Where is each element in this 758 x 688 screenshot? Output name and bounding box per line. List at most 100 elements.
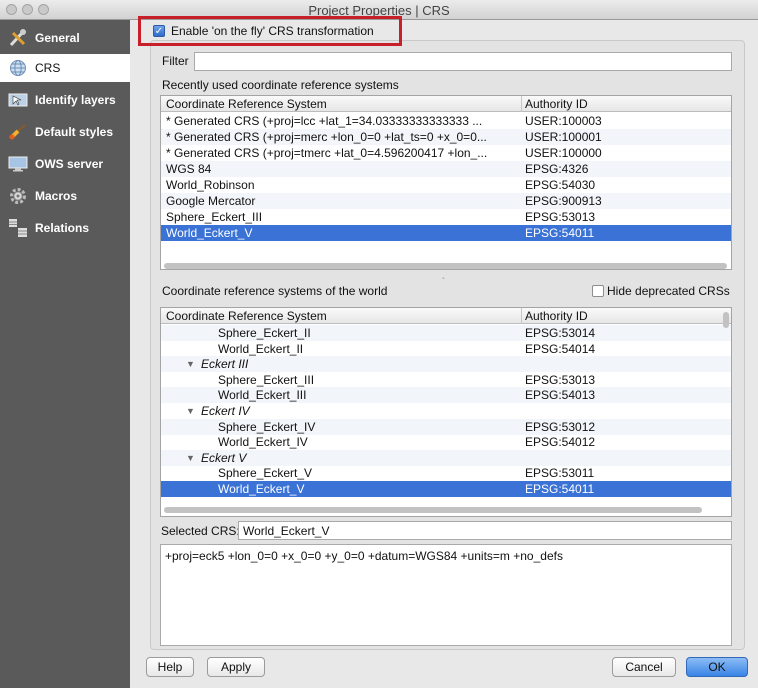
crs-name-cell: World_Eckert_III: [218, 388, 307, 403]
authority-id-cell: USER:100001: [525, 130, 602, 144]
crs-name-cell: World_Eckert_II: [218, 341, 304, 356]
column-divider: [521, 308, 522, 324]
authority-id-cell: EPSG:53011: [525, 466, 595, 481]
hide-deprecated-label: Hide deprecated CRSs: [607, 284, 730, 298]
tree-group-row[interactable]: ▼ Eckert III: [161, 356, 731, 373]
sidebar-item-label: CRS: [35, 61, 61, 75]
sidebar-item-label: OWS server: [35, 157, 104, 171]
horizontal-scrollbar[interactable]: [164, 507, 702, 513]
sidebar-item-ows-server[interactable]: OWS server: [0, 150, 130, 178]
crs-name-cell: World_Eckert_V: [166, 226, 253, 240]
table-row[interactable]: * Generated CRS (+proj=merc +lon_0=0 +la…: [161, 129, 731, 145]
authority-id-cell: EPSG:54014: [525, 341, 596, 356]
table-row[interactable]: World_Eckert_IV EPSG:54012: [161, 434, 731, 450]
selected-crs-label: Selected CRS:: [161, 524, 240, 538]
sidebar-item-label: Relations: [35, 221, 90, 235]
wrench-screwdriver-icon: [8, 29, 28, 47]
authority-id-cell: USER:100000: [525, 146, 602, 160]
filter-label: Filter: [162, 54, 189, 68]
tree-group-label: Eckert III: [201, 357, 249, 372]
table-row[interactable]: Sphere_Eckert_V EPSG:53011: [161, 465, 731, 481]
table-row[interactable]: Sphere_Eckert_III EPSG:53013: [161, 209, 731, 225]
crs-panel: ✓ Enable 'on the fly' CRS transformation…: [130, 16, 758, 688]
identify-icon: [8, 91, 28, 109]
column-header-authority[interactable]: Authority ID: [525, 309, 588, 323]
column-header-authority[interactable]: Authority ID: [525, 97, 588, 111]
crs-name-cell: * Generated CRS (+proj=lcc +lat_1=34.033…: [166, 114, 483, 128]
crs-name-cell: * Generated CRS (+proj=tmerc +lat_0=4.59…: [166, 146, 488, 160]
sidebar-item-label: Identify layers: [35, 93, 116, 107]
monitor-icon: [8, 155, 28, 173]
sidebar-item-label: Macros: [35, 189, 78, 203]
selected-crs-field[interactable]: World_Eckert_V: [238, 521, 732, 540]
crs-name-cell: Sphere_Eckert_III: [218, 372, 315, 387]
relations-icon: [8, 219, 28, 237]
authority-id-cell: EPSG:54012: [525, 435, 596, 450]
sidebar: General CRS Identify layers Default styl…: [0, 20, 130, 688]
tree-group-row[interactable]: ▼ Eckert IV: [161, 403, 731, 419]
crs-name-cell: Sphere_Eckert_II: [218, 326, 311, 340]
recent-crs-title: Recently used coordinate reference syste…: [162, 78, 399, 92]
vertical-scrollbar[interactable]: [723, 312, 729, 328]
authority-id-cell: USER:100003: [525, 114, 602, 128]
column-divider: [521, 96, 522, 112]
authority-id-cell: EPSG:54011: [525, 226, 595, 240]
crs-name-cell: World_Eckert_IV: [218, 435, 308, 450]
authority-id-cell: EPSG:54030: [525, 178, 596, 192]
ok-button[interactable]: OK: [686, 657, 748, 677]
disclosure-triangle-icon[interactable]: ▼: [186, 453, 195, 463]
authority-id-cell: EPSG:4326: [525, 162, 589, 176]
authority-id-cell: EPSG:53014: [525, 326, 596, 340]
sidebar-item-crs[interactable]: CRS: [0, 54, 130, 82]
sidebar-item-label: General: [35, 31, 80, 45]
gear-icon: [8, 187, 28, 205]
table-row[interactable]: World_Eckert_II EPSG:54014: [161, 341, 731, 357]
authority-id-cell: EPSG:900913: [525, 194, 602, 208]
authority-id-cell: EPSG:53013: [525, 210, 596, 224]
disclosure-triangle-icon[interactable]: ▼: [186, 359, 195, 369]
world-crs-table: Coordinate Reference System Authority ID…: [160, 307, 732, 517]
recent-crs-table: Coordinate Reference System Authority ID…: [160, 95, 732, 270]
crs-name-cell: Google Mercator: [166, 194, 256, 208]
hide-deprecated-checkbox[interactable]: [592, 285, 604, 297]
cancel-button[interactable]: Cancel: [612, 657, 676, 677]
table-header: Coordinate Reference System Authority ID: [161, 96, 731, 112]
enable-otf-checkbox[interactable]: ✓: [153, 25, 165, 37]
crs-name-cell: WGS 84: [166, 162, 212, 176]
table-row[interactable]: Sphere_Eckert_IV EPSG:53012: [161, 418, 731, 435]
table-row[interactable]: * Generated CRS (+proj=lcc +lat_1=34.033…: [161, 113, 731, 129]
crs-name-cell: Sphere_Eckert_III: [166, 210, 263, 224]
table-row[interactable]: World_Robinson EPSG:54030: [161, 177, 731, 193]
table-row[interactable]: Google Mercator EPSG:900913: [161, 193, 731, 209]
table-row[interactable]: World_Eckert_III EPSG:54013: [161, 387, 731, 404]
sidebar-item-default-styles[interactable]: Default styles: [0, 118, 130, 146]
sidebar-item-macros[interactable]: Macros: [0, 182, 130, 210]
column-header-crs[interactable]: Coordinate Reference System: [166, 309, 327, 323]
tree-group-label: Eckert IV: [201, 404, 250, 418]
filter-input[interactable]: [194, 52, 732, 71]
table-row[interactable]: World_Eckert_V EPSG:54011: [161, 225, 731, 241]
crs-name-cell: World_Robinson: [166, 178, 255, 192]
crs-name-cell: Sphere_Eckert_V: [218, 466, 313, 481]
authority-id-cell: EPSG:53012: [525, 419, 596, 434]
table-row[interactable]: Sphere_Eckert_III EPSG:53013: [161, 372, 731, 388]
column-header-crs[interactable]: Coordinate Reference System: [166, 97, 327, 111]
sidebar-item-general[interactable]: General: [0, 24, 130, 52]
table-row[interactable]: Sphere_Eckert_II EPSG:53014: [161, 325, 731, 341]
sidebar-item-relations[interactable]: Relations: [0, 214, 130, 242]
help-button[interactable]: Help: [146, 657, 194, 677]
world-crs-title: Coordinate reference systems of the worl…: [162, 284, 388, 298]
authority-id-cell: EPSG:53013: [525, 372, 596, 387]
tree-group-row[interactable]: ▼ Eckert V: [161, 449, 731, 466]
disclosure-triangle-icon[interactable]: ▼: [186, 406, 195, 416]
crs-name-cell: World_Eckert_V: [218, 482, 305, 496]
sidebar-item-identify-layers[interactable]: Identify layers: [0, 86, 130, 114]
table-row[interactable]: World_Eckert_V EPSG:54011: [161, 481, 731, 497]
apply-button[interactable]: Apply: [207, 657, 265, 677]
table-row[interactable]: * Generated CRS (+proj=tmerc +lat_0=4.59…: [161, 145, 731, 161]
horizontal-scrollbar[interactable]: [164, 263, 727, 269]
table-row[interactable]: WGS 84 EPSG:4326: [161, 161, 731, 177]
proj4-text-area[interactable]: +proj=eck5 +lon_0=0 +x_0=0 +y_0=0 +datum…: [160, 544, 732, 646]
tree-group-label: Eckert V: [201, 450, 247, 465]
splitter-handle[interactable]: ‸: [442, 270, 445, 279]
